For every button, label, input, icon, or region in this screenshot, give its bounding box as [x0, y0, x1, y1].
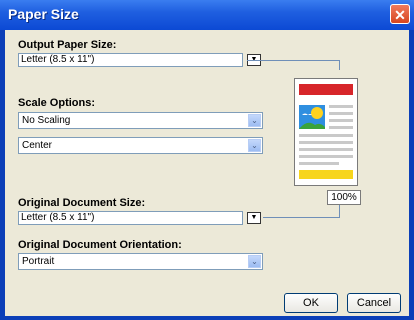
preview-footer-bar	[299, 170, 353, 179]
preview-text-line	[329, 126, 353, 129]
preview-text-line	[299, 134, 353, 137]
position-select[interactable]: Center ⌄	[18, 137, 263, 154]
chevron-down-icon[interactable]: ⌄	[248, 255, 261, 268]
scaling-select-value: No Scaling	[22, 115, 71, 126]
ok-button[interactable]: OK	[284, 293, 338, 313]
dropdown-arrow-icon: ▼	[250, 214, 258, 221]
orientation-select[interactable]: Portrait ⌄	[18, 253, 263, 270]
output-paper-size-field[interactable]: Letter (8.5 x 11")	[18, 53, 243, 67]
close-button[interactable]: ✕	[390, 4, 410, 24]
chevron-down-icon[interactable]: ⌄	[248, 139, 261, 152]
preview-text-line	[299, 162, 339, 165]
zoom-level: 100%	[327, 190, 361, 205]
page-preview	[294, 78, 358, 186]
connector-line	[263, 217, 340, 218]
position-select-value: Center	[22, 140, 53, 151]
dialog-body: Output Paper Size: Letter (8.5 x 11") ▼ …	[5, 30, 409, 316]
title-bar: Paper Size ✕	[0, 0, 414, 30]
preview-text-line	[329, 105, 353, 108]
scaling-select[interactable]: No Scaling ⌄	[18, 112, 263, 129]
preview-text-line	[329, 112, 353, 115]
window-title: Paper Size	[8, 6, 79, 22]
cancel-button[interactable]: Cancel	[347, 293, 401, 313]
original-document-size-label: Original Document Size:	[18, 197, 146, 209]
orientation-select-value: Portrait	[22, 256, 55, 267]
preview-text-line	[299, 148, 353, 151]
scale-options-label: Scale Options:	[18, 97, 96, 109]
preview-header-bar	[299, 84, 353, 95]
connector-line	[339, 205, 340, 217]
preview-image-sun	[311, 107, 323, 119]
preview-text-line	[299, 141, 353, 144]
preview-text-line	[329, 119, 353, 122]
connector-line	[339, 60, 340, 70]
close-icon: ✕	[394, 7, 406, 23]
paper-size-window: Paper Size ✕ Output Paper Size: Letter (…	[0, 0, 414, 320]
orientation-label: Original Document Orientation:	[18, 239, 182, 251]
connector-line	[247, 60, 339, 61]
original-document-size-dropdown-button[interactable]: ▼	[247, 212, 261, 224]
preview-text-line	[299, 155, 353, 158]
page-preview-illustration	[299, 84, 353, 179]
chevron-down-icon[interactable]: ⌄	[248, 114, 261, 127]
output-paper-size-label: Output Paper Size:	[18, 39, 117, 51]
original-document-size-field[interactable]: Letter (8.5 x 11")	[18, 211, 243, 225]
